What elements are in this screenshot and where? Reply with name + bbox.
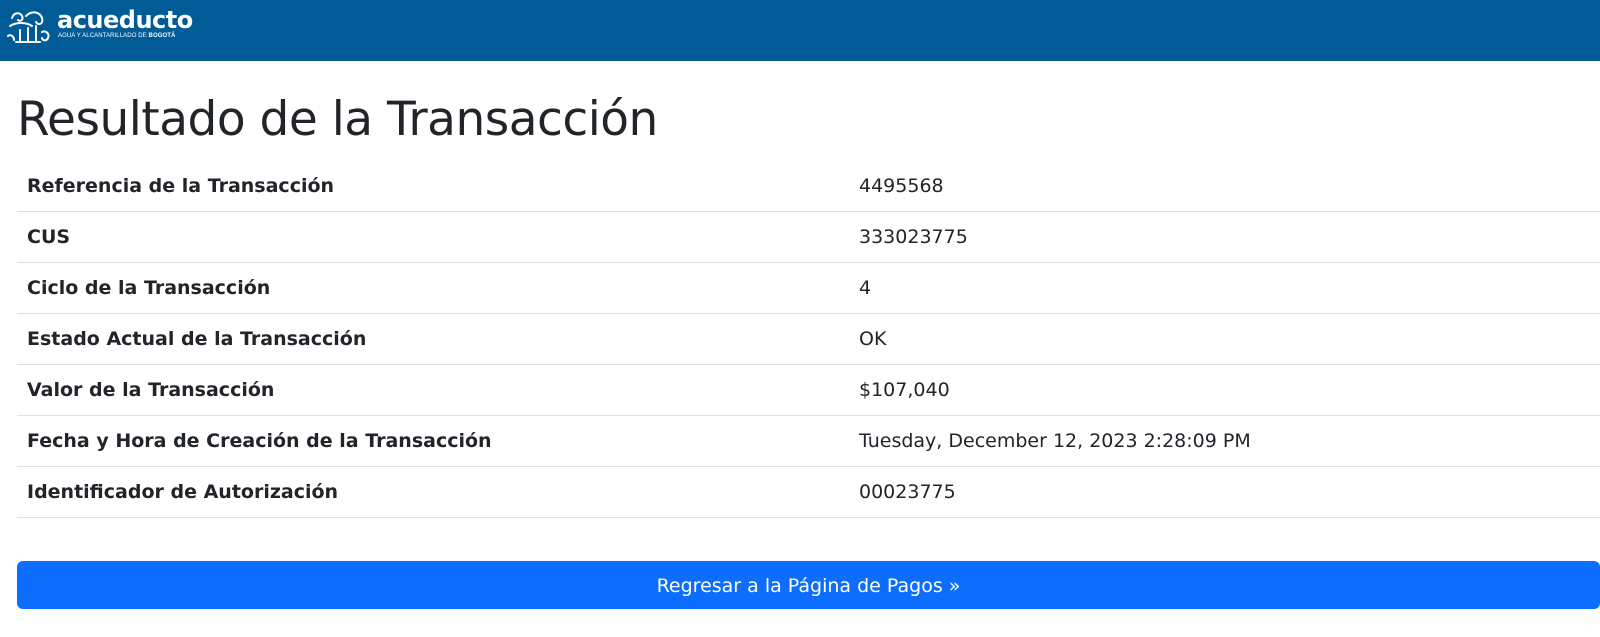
logo-tagline: AGUA Y ALCANTARILLADO DE BOGOTÁ <box>58 33 175 39</box>
row-label: Identificador de Autorización <box>17 466 849 518</box>
table-row: CUS 333023775 <box>17 211 1600 263</box>
row-label: Estado Actual de la Transacción <box>17 313 849 365</box>
row-value: OK <box>849 313 1600 365</box>
row-value: Tuesday, December 12, 2023 2:28:09 PM <box>849 415 1600 467</box>
row-value: 4495568 <box>849 161 1600 212</box>
row-label: Ciclo de la Transacción <box>17 262 849 314</box>
back-to-payments-button[interactable]: Regresar a la Página de Pagos » <box>17 561 1600 609</box>
table-row: Fecha y Hora de Creación de la Transacci… <box>17 415 1600 467</box>
table-row: Referencia de la Transacción 4495568 <box>17 161 1600 212</box>
row-label: Fecha y Hora de Creación de la Transacci… <box>17 415 849 467</box>
row-label: Valor de la Transacción <box>17 364 849 416</box>
transaction-result-table: Referencia de la Transacción 4495568 CUS… <box>17 161 1600 518</box>
acueducto-logo[interactable]: acueducto AGUA Y ALCANTARILLADO DE BOGOT… <box>6 6 206 46</box>
logo-wordmark: acueducto <box>57 6 193 34</box>
table-row: Valor de la Transacción $107,040 <box>17 364 1600 416</box>
top-header-bar: acueducto AGUA Y ALCANTARILLADO DE BOGOT… <box>0 0 1600 61</box>
row-label: CUS <box>17 211 849 263</box>
row-value: 333023775 <box>849 211 1600 263</box>
table-row: Identificador de Autorización 00023775 <box>17 466 1600 518</box>
row-value: 4 <box>849 262 1600 314</box>
table-row: Ciclo de la Transacción 4 <box>17 262 1600 314</box>
row-value: 00023775 <box>849 466 1600 518</box>
logo-tagline-city: BOGOTÁ <box>148 33 176 39</box>
page-title: Resultado de la Transacción <box>17 92 658 147</box>
row-label: Referencia de la Transacción <box>17 161 849 212</box>
acueducto-emblem-icon <box>7 11 50 43</box>
logo-tagline-prefix: AGUA Y ALCANTARILLADO DE <box>58 33 149 39</box>
table-row: Estado Actual de la Transacción OK <box>17 313 1600 365</box>
row-value: $107,040 <box>849 364 1600 416</box>
